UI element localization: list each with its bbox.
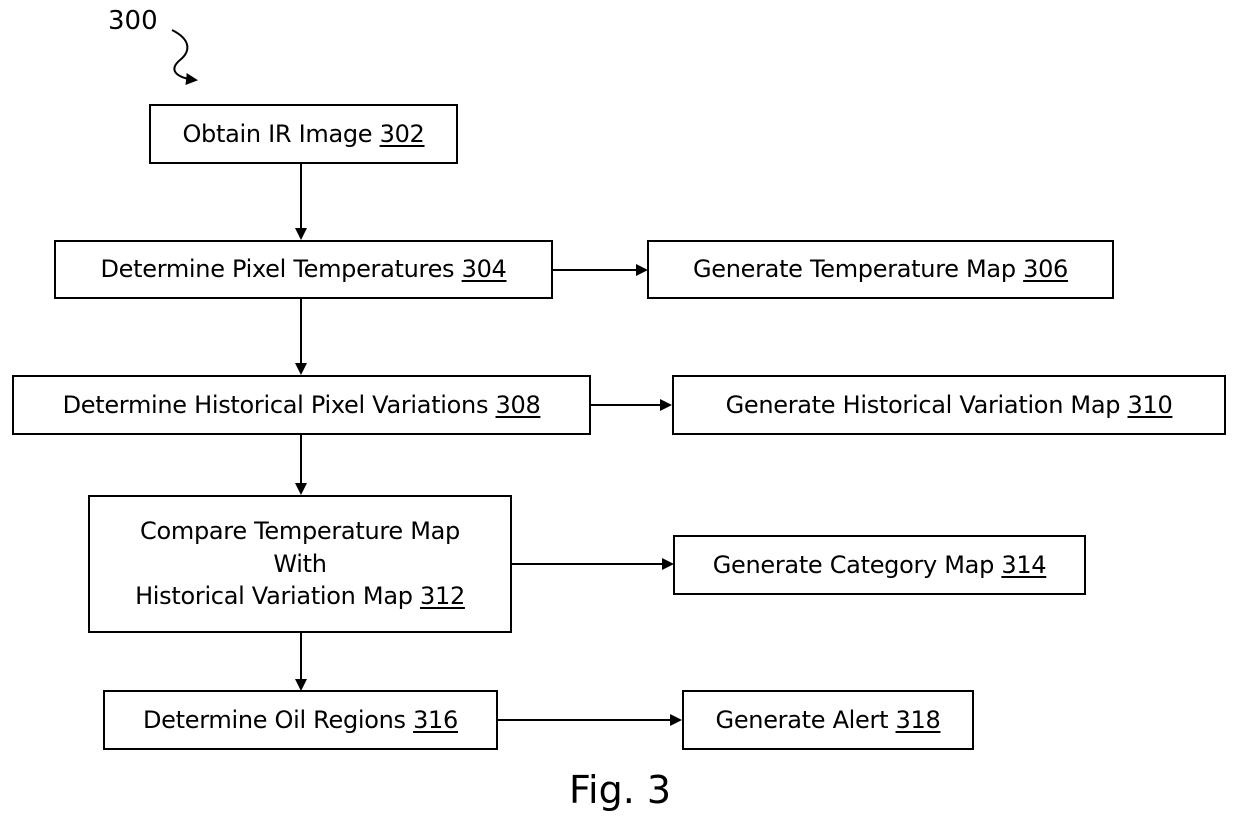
ref-number: 318 xyxy=(895,705,941,734)
squiggle-arrow-icon xyxy=(171,29,198,85)
step-308-determine-historical-pixel-variations: Determine Historical Pixel Variations 30… xyxy=(12,375,591,435)
ref-number: 310 xyxy=(1127,390,1173,419)
ref-number: 304 xyxy=(461,255,507,284)
step-310-generate-historical-variation-map: Generate Historical Variation Map 310 xyxy=(672,375,1226,435)
ref-number: 312 xyxy=(420,582,465,611)
ref-number: 308 xyxy=(495,390,541,419)
step-306-generate-temperature-map: Generate Temperature Map 306 xyxy=(647,240,1114,299)
step-318-generate-alert: Generate Alert 318 xyxy=(682,690,974,750)
step-314-generate-category-map: Generate Category Map 314 xyxy=(673,535,1086,595)
step-312-compare-maps: Compare Temperature Map With Historical … xyxy=(88,495,512,633)
ref-number: 306 xyxy=(1023,255,1069,284)
figure-caption: Fig. 3 xyxy=(568,768,672,812)
ref-number: 302 xyxy=(379,119,425,148)
ref-number: 314 xyxy=(1001,550,1047,579)
ref-number: 316 xyxy=(413,705,458,734)
step-304-determine-pixel-temperatures: Determine Pixel Temperatures 304 xyxy=(54,240,553,299)
step-302-obtain-ir-image: Obtain IR Image 302 xyxy=(149,104,458,164)
step-316-determine-oil-regions: Determine Oil Regions 316 xyxy=(103,690,498,750)
